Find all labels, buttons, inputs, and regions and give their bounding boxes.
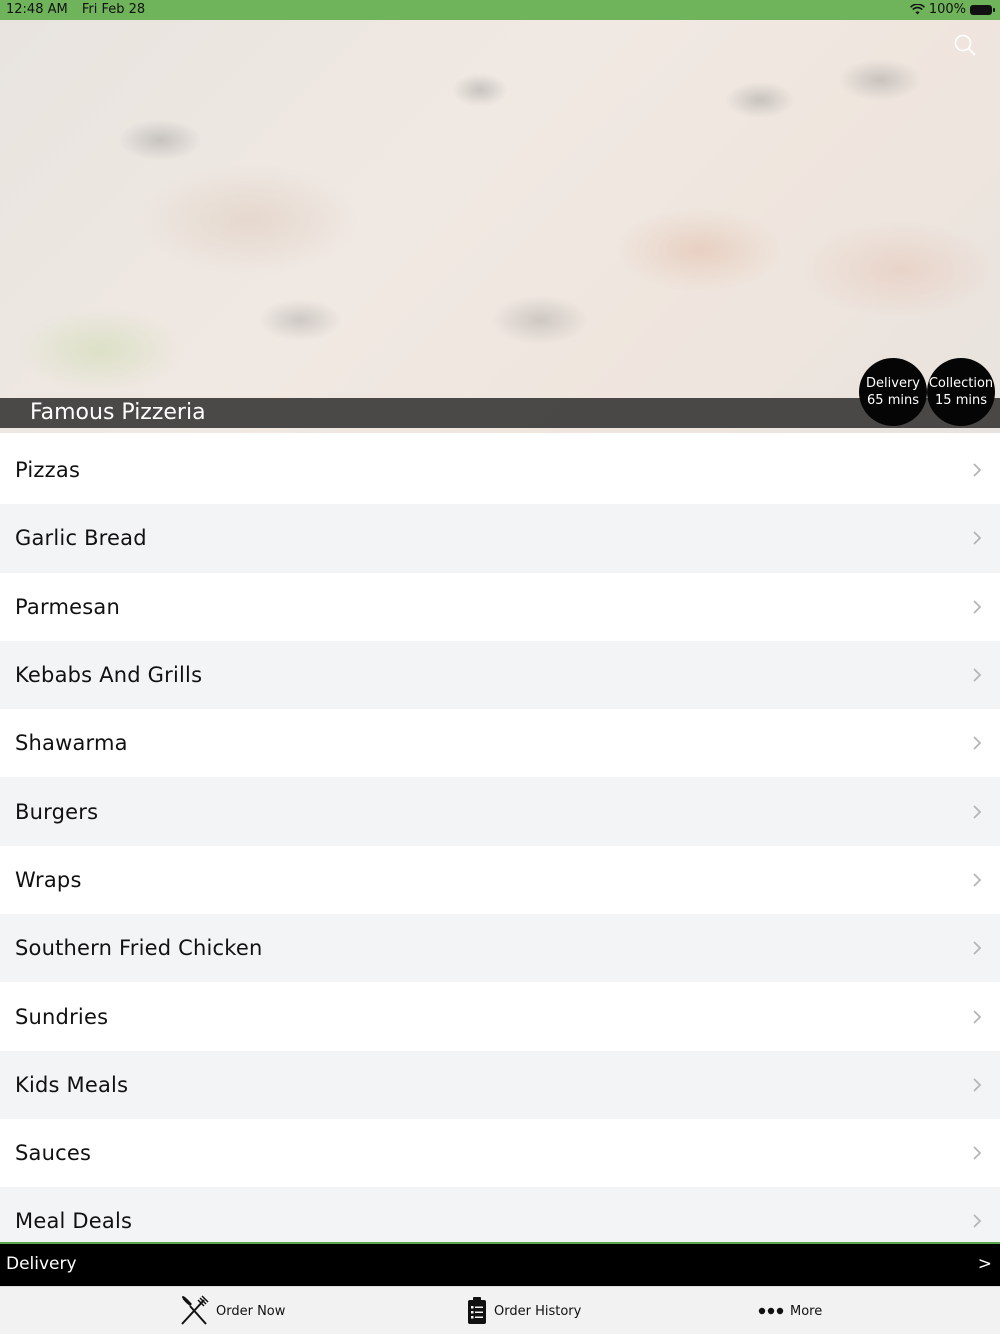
chevron-right-icon [973, 873, 982, 887]
menu-item-label: Kebabs And Grills [15, 663, 203, 688]
status-time: 12:48 AM [6, 2, 68, 17]
battery-icon [970, 4, 995, 15]
chevron-right-icon [973, 1078, 982, 1092]
menu-item-garlic-bread[interactable]: Garlic Bread [0, 504, 1000, 573]
delivery-time-badge: Delivery 65 mins [859, 358, 927, 426]
menu-item-label: Sundries [15, 1004, 109, 1029]
menu-item-southern-fried-chicken[interactable]: Southern Fried Chicken [0, 914, 1000, 983]
menu-item-pizzas[interactable]: Pizzas [0, 436, 1000, 505]
tab-order-history[interactable]: Order History [466, 1287, 581, 1335]
order-type-arrow: > [977, 1254, 992, 1274]
chevron-right-icon [973, 600, 982, 614]
tab-order-now-label: Order Now [216, 1303, 286, 1319]
order-type-label: Delivery [6, 1254, 77, 1274]
collection-badge-label: Collection [928, 376, 994, 391]
chevron-right-icon [973, 736, 982, 750]
restaurant-name: Famous Pizzeria [30, 400, 206, 425]
delivery-badge-time: 65 mins [867, 393, 919, 408]
chevron-right-icon [973, 1214, 982, 1229]
wifi-icon [909, 4, 925, 15]
collection-time-badge: Collection 15 mins [927, 358, 995, 426]
order-type-bar[interactable]: Delivery > [0, 1242, 1000, 1286]
tab-more-label: More [790, 1303, 823, 1319]
more-dots-icon [758, 1307, 784, 1315]
tab-more[interactable]: More [758, 1287, 822, 1335]
chevron-right-icon [973, 941, 982, 955]
menu-item-label: Kids Meals [15, 1072, 129, 1097]
menu-item-label: Wraps [15, 867, 82, 892]
chevron-right-icon [973, 1146, 982, 1160]
menu-item-label: Pizzas [15, 458, 81, 483]
menu-item-label: Garlic Bread [15, 526, 147, 551]
tab-bar: Order Now Order History More [0, 1286, 1000, 1334]
menu-category-list: Pizzas Garlic Bread Parmesan Kebabs And … [0, 436, 1000, 1244]
collection-badge-time: 15 mins [935, 393, 987, 408]
menu-item-parmesan[interactable]: Parmesan [0, 572, 1000, 641]
battery-percent: 100% [928, 2, 966, 17]
chevron-right-icon [973, 804, 982, 819]
menu-item-shawarma[interactable]: Shawarma [0, 709, 1000, 778]
tab-order-history-label: Order History [494, 1303, 582, 1319]
menu-item-meal-deals[interactable]: Meal Deals [0, 1187, 1000, 1244]
status-date: Fri Feb 28 [81, 2, 146, 17]
menu-item-kids-meals[interactable]: Kids Meals [0, 1050, 1000, 1119]
delivery-badge-label: Delivery [866, 376, 920, 391]
menu-item-label: Burgers [15, 799, 99, 824]
menu-item-label: Shawarma [15, 731, 128, 756]
menu-item-kebabs-and-grills[interactable]: Kebabs And Grills [0, 640, 1000, 710]
tab-order-now[interactable]: Order Now [178, 1287, 285, 1335]
search-icon[interactable] [952, 32, 978, 58]
menu-item-label: Sauces [15, 1141, 92, 1166]
status-bar: 12:48 AM Fri Feb 28 100% [0, 0, 1000, 20]
chevron-right-icon [973, 463, 982, 477]
menu-item-label: Parmesan [15, 594, 120, 619]
menu-item-sauces[interactable]: Sauces [0, 1118, 1000, 1188]
menu-item-label: Meal Deals [15, 1209, 133, 1234]
clipboard-icon [468, 1297, 486, 1324]
chevron-right-icon [973, 1009, 982, 1024]
hero-banner: Famous Pizzeria Delivery 65 mins Collect… [0, 20, 1000, 433]
status-right: 100% [909, 2, 995, 17]
menu-item-label: Southern Fried Chicken [15, 936, 263, 961]
chevron-right-icon [973, 668, 982, 682]
menu-item-burgers[interactable]: Burgers [0, 777, 1000, 846]
title-band: Famous Pizzeria [0, 398, 1000, 428]
fork-knife-icon [181, 1295, 209, 1325]
status-left: 12:48 AM Fri Feb 28 [6, 2, 155, 17]
menu-item-wraps[interactable]: Wraps [0, 845, 1000, 915]
menu-item-sundries[interactable]: Sundries [0, 982, 1000, 1051]
chevron-right-icon [973, 531, 982, 546]
